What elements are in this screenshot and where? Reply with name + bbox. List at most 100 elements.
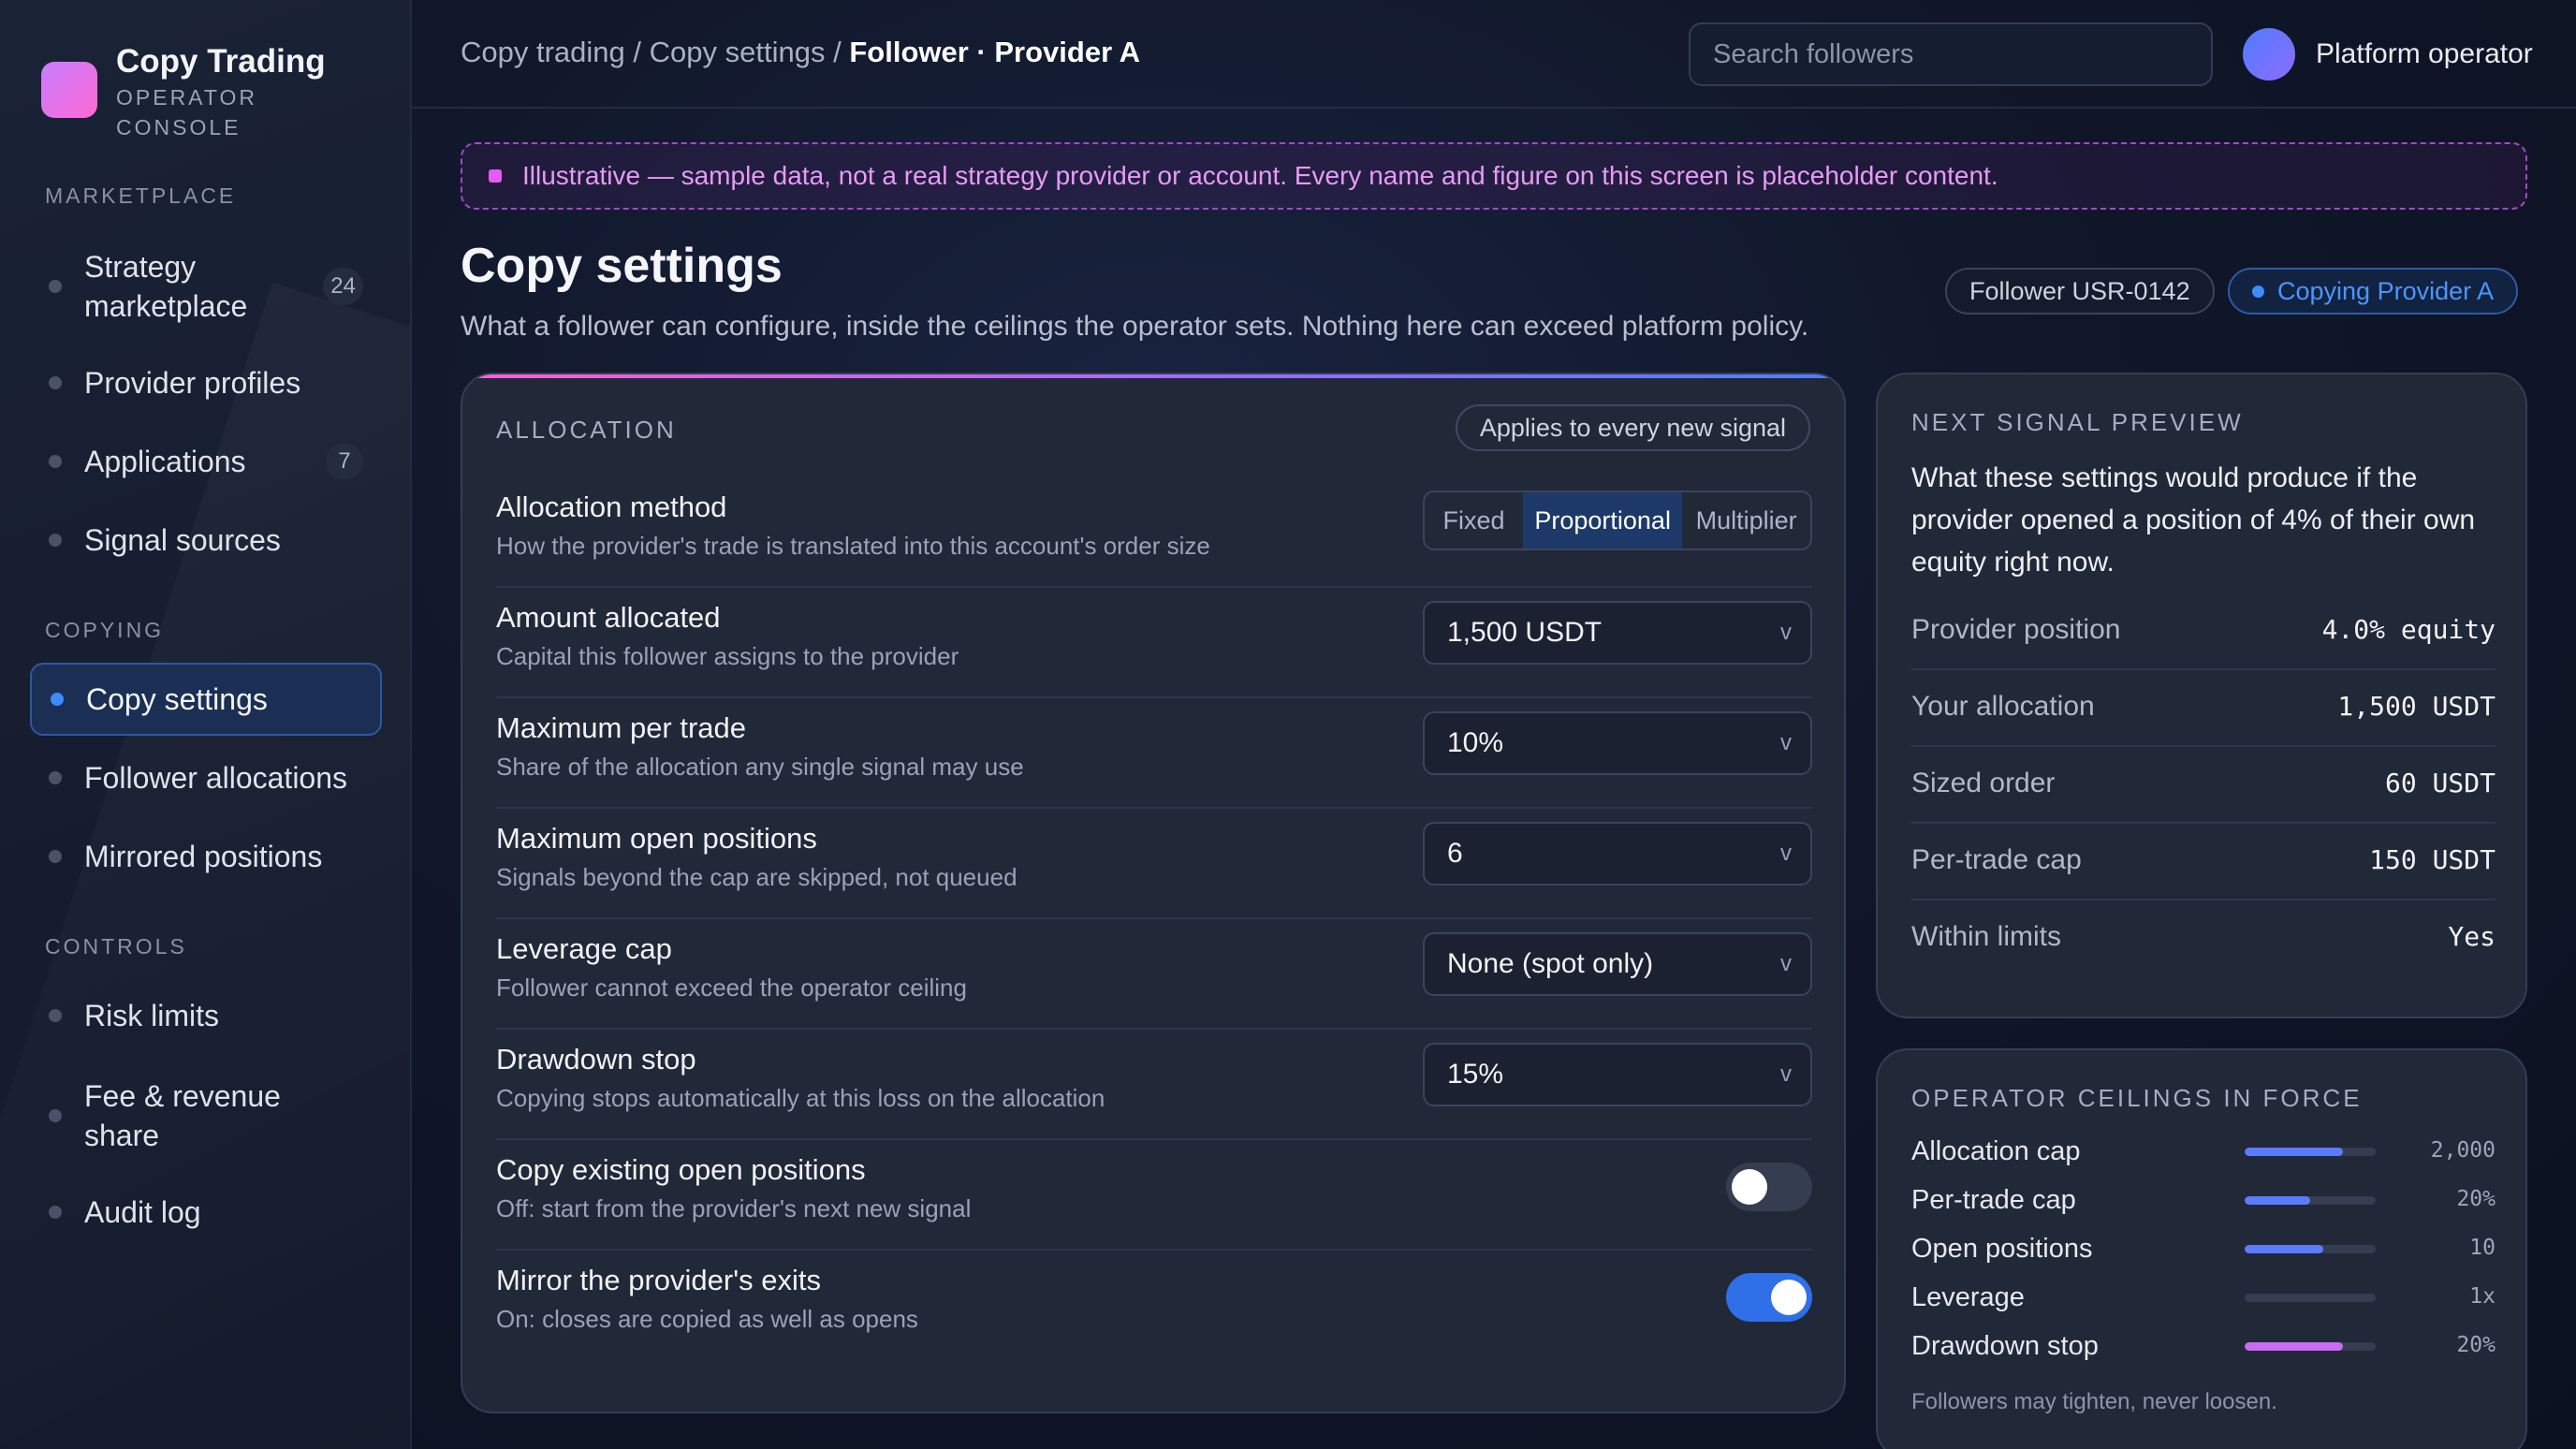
nav-section-controls: CONTROLS	[45, 934, 187, 959]
copy-existing-toggle[interactable]	[1726, 1163, 1812, 1211]
ceiling-bar-fill	[2245, 1342, 2343, 1351]
chevron-down-icon: v	[1780, 620, 1792, 645]
breadcrumb-copy-settings[interactable]: Copy settings	[650, 36, 826, 68]
option-proportional[interactable]: Proportional	[1522, 492, 1683, 549]
follower-chip: Follower USR-0142	[1945, 268, 2215, 315]
preview-row-label: Provider position	[1911, 614, 2121, 645]
setting-description: Copying stops automatically at this loss…	[496, 1084, 1105, 1112]
sidebar-item-label: Audit log	[84, 1195, 201, 1229]
ceiling-label: Per-trade cap	[1911, 1185, 2076, 1215]
bullet-icon	[49, 1009, 62, 1022]
breadcrumb-current: Follower · Provider A	[849, 36, 1140, 68]
preview-row-label: Your allocation	[1911, 691, 2095, 722]
preview-row: Your allocation 1,500 USDT	[1911, 670, 2496, 747]
ceiling-label: Open positions	[1911, 1234, 2093, 1264]
bullet-icon	[49, 280, 62, 293]
sidebar-item-provider-profiles[interactable]: Provider profiles	[30, 363, 382, 402]
preview-row-label: Within limits	[1911, 921, 2062, 952]
applies-badge: Applies to every new signal	[1455, 404, 1810, 451]
brand-subtitle-2: CONSOLE	[116, 115, 242, 139]
setting-row-maximum-per-trade: Maximum per trade Share of the allocatio…	[496, 698, 1812, 809]
ceiling-bar-fill	[2245, 1245, 2323, 1253]
sidebar-item-label: Strategy marketplace	[84, 250, 248, 323]
leverage-cap-select[interactable]: None (spot only) v	[1423, 932, 1812, 996]
sidebar-item-risk-limits[interactable]: Risk limits	[30, 996, 382, 1035]
preview-description: What these settings would produce if the…	[1911, 462, 2476, 578]
setting-title: Maximum open positions	[496, 822, 817, 855]
allocation-card: ALLOCATION Applies to every new signal A…	[461, 373, 1846, 1413]
drawdown-stop-select[interactable]: 15% v	[1423, 1043, 1812, 1106]
sidebar-item-mirrored-positions[interactable]: Mirrored positions	[30, 837, 382, 876]
sidebar-item-label: Follower allocations	[84, 761, 348, 795]
amount-allocated-select[interactable]: 1,500 USDT v	[1423, 601, 1812, 665]
allocation-label: ALLOCATION	[496, 416, 677, 444]
setting-row-drawdown-stop: Drawdown stop Copying stops automaticall…	[496, 1030, 1812, 1140]
user-name: Platform operator	[2316, 38, 2533, 69]
setting-title: Drawdown stop	[496, 1043, 696, 1076]
ceiling-bar-fill	[2245, 1196, 2310, 1205]
page-title: Copy settings	[461, 239, 783, 293]
setting-row-leverage-cap: Leverage cap Follower cannot exceed the …	[496, 919, 1812, 1030]
max-per-trade-select[interactable]: 10% v	[1423, 711, 1812, 775]
user-menu[interactable]: Platform operator	[2243, 28, 2533, 80]
count-badge: 7	[326, 443, 363, 480]
preview-row-value: Yes	[2448, 921, 2496, 952]
sidebar-item-follower-allocations[interactable]: Follower allocations	[30, 758, 382, 798]
toggle-knob	[1732, 1169, 1767, 1205]
ceiling-bar	[2245, 1294, 2376, 1302]
setting-row-amount-allocated: Amount allocated Capital this follower a…	[496, 588, 1812, 698]
option-multiplier[interactable]: Multiplier	[1682, 492, 1810, 549]
option-fixed[interactable]: Fixed	[1425, 492, 1523, 549]
mirror-exits-toggle[interactable]	[1726, 1273, 1812, 1322]
preview-row: Within limits Yes	[1911, 900, 2496, 977]
ceiling-value: 20%	[2456, 1333, 2496, 1357]
sidebar-item-label: Signal sources	[84, 523, 281, 557]
ceiling-label: Drawdown stop	[1911, 1331, 2099, 1361]
ceiling-label: Leverage	[1911, 1282, 2025, 1312]
max-open-positions-select[interactable]: 6 v	[1423, 822, 1812, 886]
sidebar-item-fee-revenue-share[interactable]: Fee & revenue share	[30, 1075, 382, 1157]
sidebar-item-copy-settings[interactable]: Copy settings	[30, 663, 382, 736]
preview-row: Sized order 60 USDT	[1911, 747, 2496, 824]
ceiling-row: Open positions 10	[1911, 1228, 2496, 1277]
preview-row: Provider position 4.0% equity	[1911, 593, 2496, 670]
setting-row-copy-existing-positions: Copy existing open positions Off: start …	[496, 1140, 1812, 1251]
ceiling-bar	[2245, 1196, 2376, 1205]
setting-title: Copy existing open positions	[496, 1153, 866, 1186]
sidebar-item-audit-log[interactable]: Audit log	[30, 1193, 382, 1232]
ceiling-value: 2,000	[2430, 1138, 2496, 1163]
main-content: Copy trading / Copy settings / Follower …	[412, 0, 2576, 1449]
breadcrumb-separator: /	[833, 36, 842, 68]
count-badge: 24	[323, 268, 363, 305]
ceiling-value: 20%	[2456, 1187, 2496, 1211]
brand-title: Copy Trading	[116, 43, 326, 80]
bullet-icon	[49, 534, 62, 547]
sidebar-item-strategy-marketplace[interactable]: Strategy marketplace 24	[30, 245, 382, 328]
setting-title: Leverage cap	[496, 932, 672, 965]
nav-section-marketplace: MARKETPLACE	[45, 183, 237, 208]
preview-label: NEXT SIGNAL PREVIEW	[1911, 408, 2244, 436]
brand-subtitle-1: OPERATOR	[116, 85, 257, 110]
next-signal-preview-card: NEXT SIGNAL PREVIEW What these settings …	[1876, 373, 2527, 1018]
sidebar-item-signal-sources[interactable]: Signal sources	[30, 520, 382, 560]
setting-description: Capital this follower assigns to the pro…	[496, 642, 959, 670]
preview-row-value: 150 USDT	[2369, 844, 2496, 875]
preview-row-value: 60 USDT	[2384, 768, 2496, 798]
breadcrumb-copy-trading[interactable]: Copy trading	[461, 36, 625, 68]
sidebar-item-label: Risk limits	[84, 999, 219, 1032]
status-dot-icon	[2252, 285, 2264, 298]
chevron-down-icon: v	[1780, 951, 1792, 976]
nav-section-copying: COPYING	[45, 618, 165, 642]
ceiling-row: Allocation cap 2,000	[1911, 1131, 2496, 1179]
ceiling-value: 10	[2469, 1236, 2496, 1260]
breadcrumb: Copy trading / Copy settings / Follower …	[461, 36, 1140, 69]
chevron-down-icon: v	[1780, 1061, 1792, 1087]
bullet-icon	[49, 376, 62, 389]
ceilings-label: OPERATOR CEILINGS IN FORCE	[1911, 1084, 2363, 1112]
bullet-icon	[49, 771, 62, 784]
top-bar: Copy trading / Copy settings / Follower …	[412, 0, 2576, 109]
setting-row-mirror-exits: Mirror the provider's exits On: closes a…	[496, 1251, 1812, 1361]
search-input[interactable]	[1689, 22, 2213, 86]
bullet-icon	[49, 1109, 62, 1122]
sidebar-item-applications[interactable]: Applications 7	[30, 442, 382, 481]
